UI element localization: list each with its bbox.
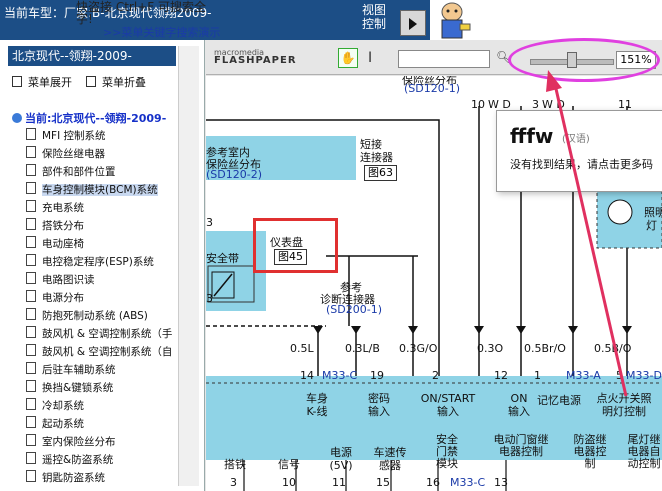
annotation-arrow [546,70,628,397]
